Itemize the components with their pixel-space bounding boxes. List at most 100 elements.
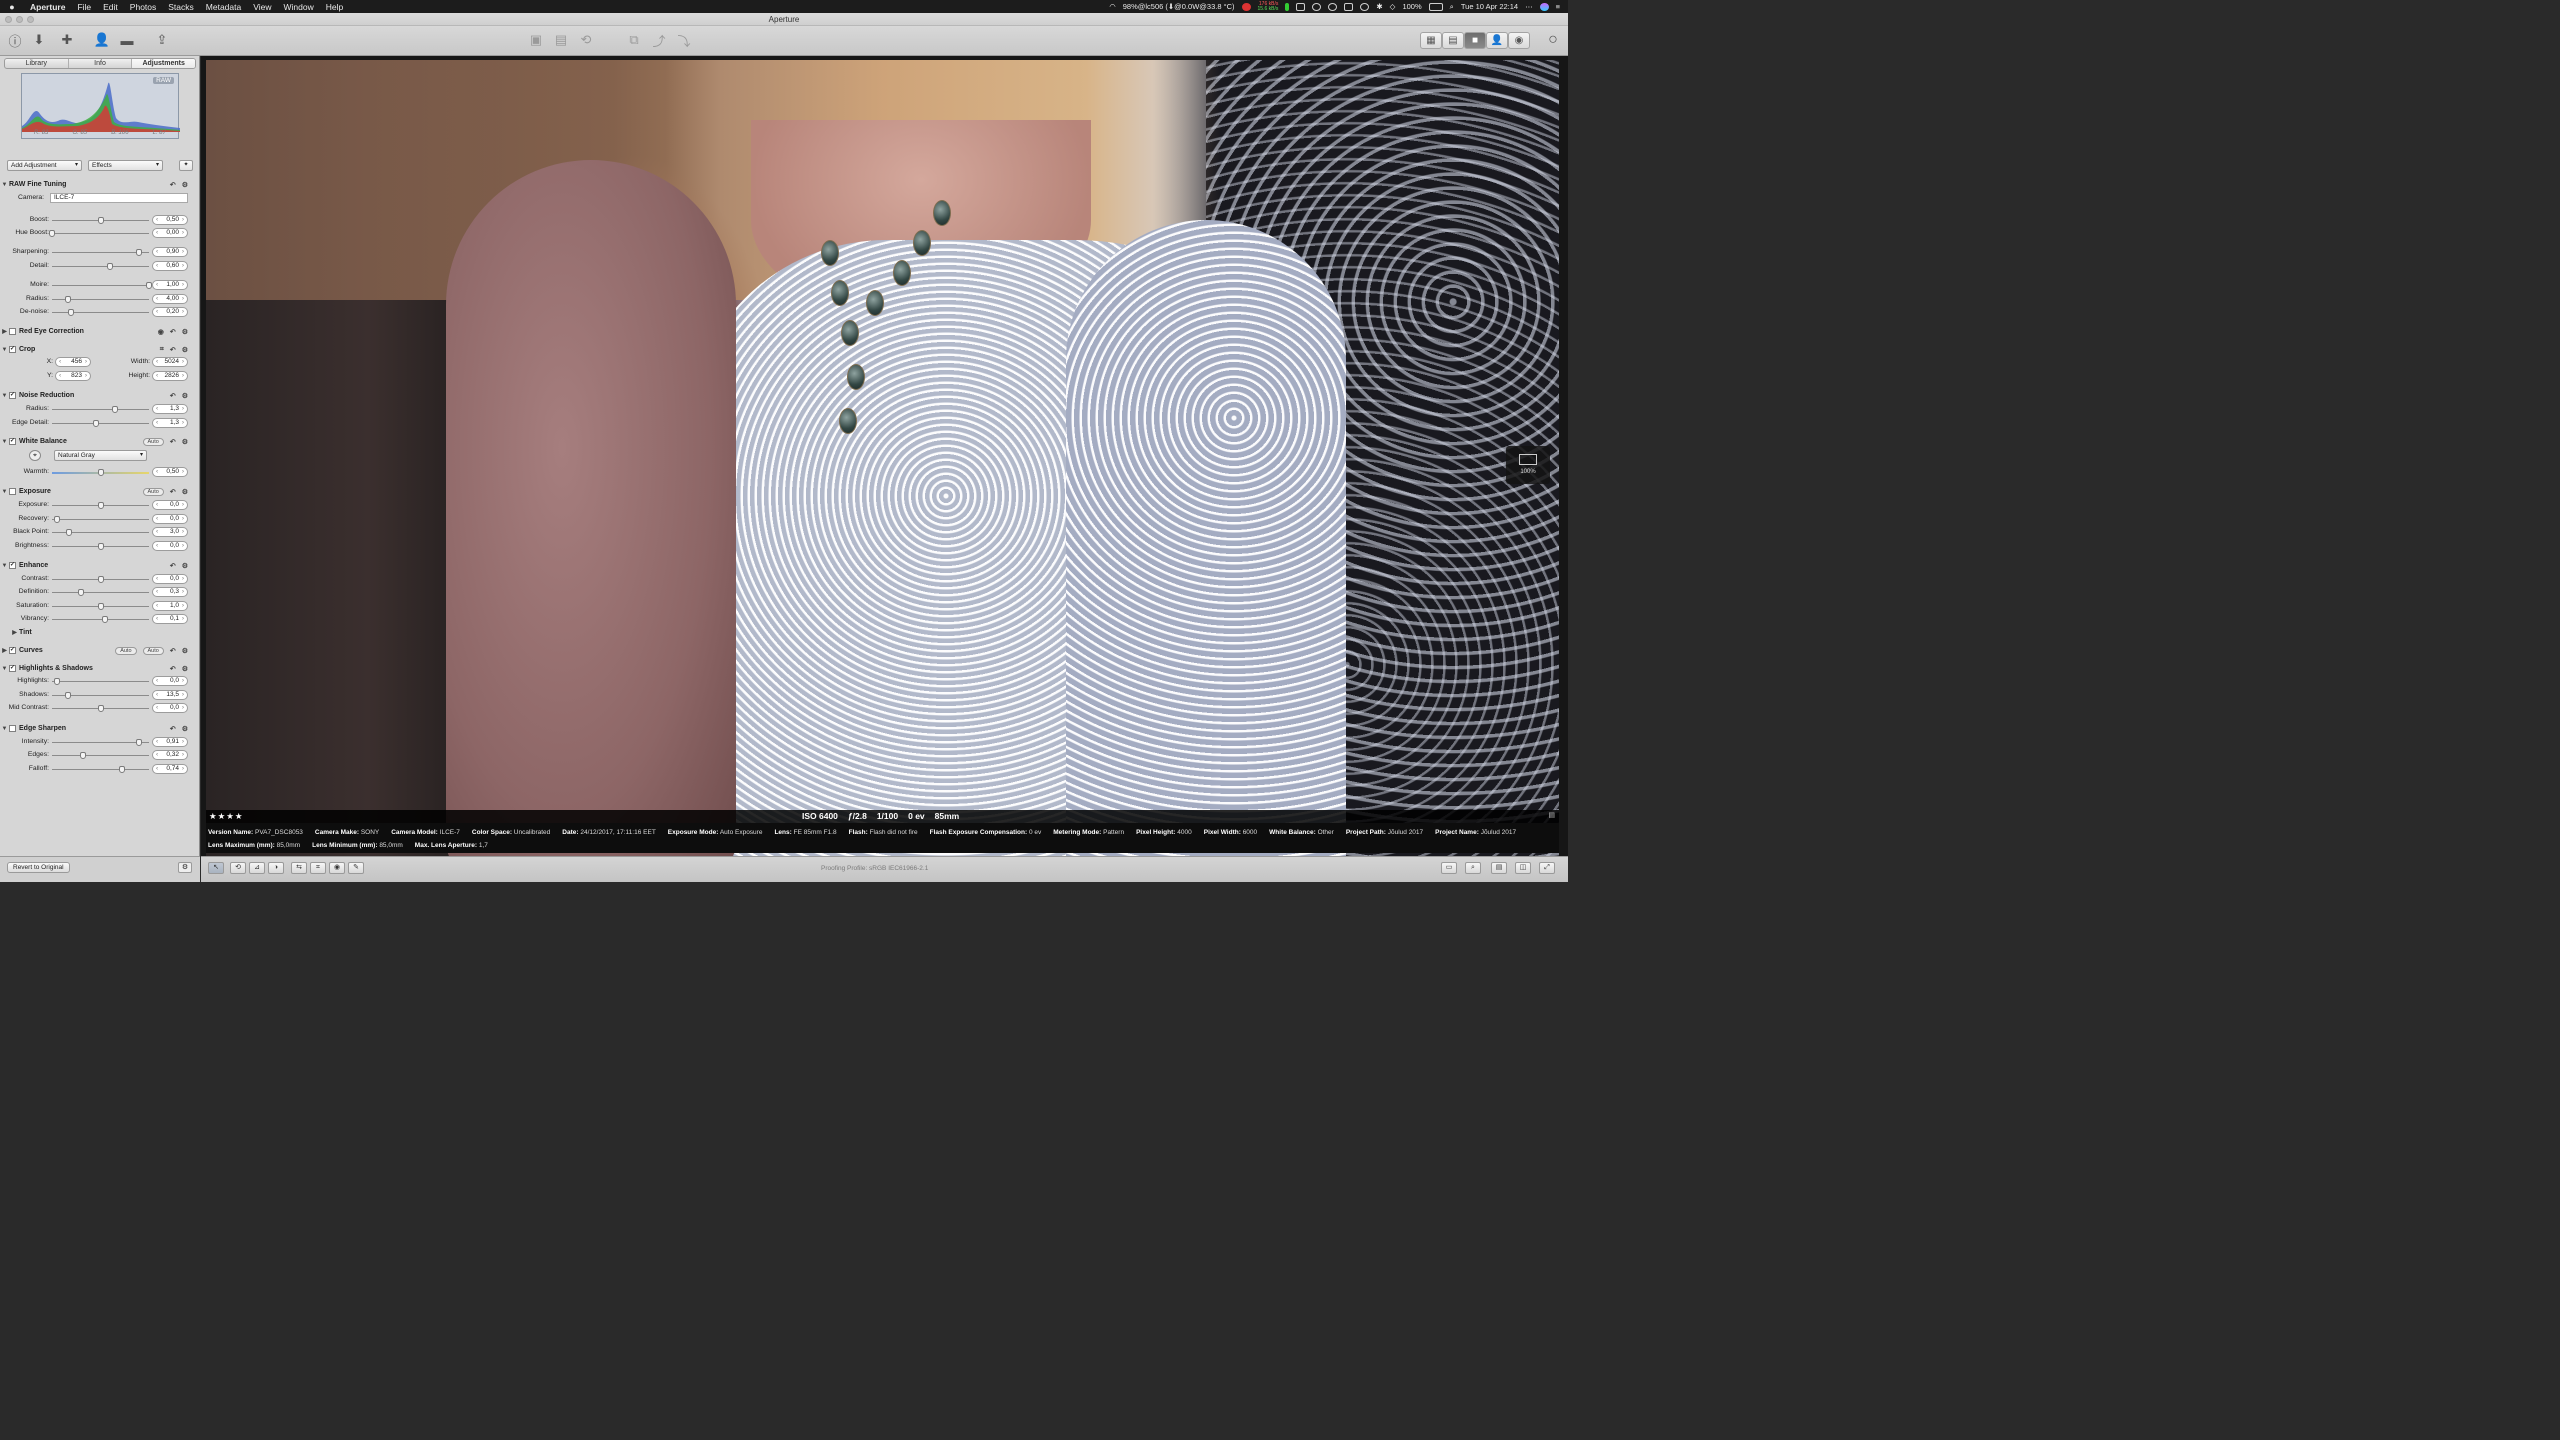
places-icon[interactable]: ▬ [117,30,137,50]
brick-header-curves[interactable]: ▶ ✓ Curves Auto Auto ↶ ⚙ [0,644,196,657]
slider-knob[interactable] [80,752,87,759]
slider-track[interactable] [52,742,149,743]
lift-tool-icon[interactable]: ◑ [268,862,284,874]
disclosure-triangle-icon[interactable]: ▶ [0,328,9,335]
select-tool-icon[interactable]: ↖ [208,862,224,874]
histogram[interactable]: RAW R: 83 G: 85 B: 106 L: 87 [21,73,180,139]
sync-icon[interactable] [1328,2,1338,11]
reset-icon[interactable]: ↶ [170,647,176,655]
cpu-status[interactable]: 98%@lc506 (⬇@0.0W@33.8 °C) [1123,2,1235,11]
eye-icon[interactable]: ◉ [158,328,164,336]
gear-icon[interactable]: ⚙ [178,862,192,873]
slider-track[interactable] [52,312,149,313]
clock[interactable]: Tue 10 Apr 22:14 [1461,2,1518,11]
tab-library[interactable]: Library [5,59,69,68]
slider-value-field[interactable]: 0,00 [152,228,188,238]
bluetooth-icon[interactable]: ✱ [1376,2,1382,11]
brick-gear-icon[interactable]: ⚙ [182,488,188,496]
battery-percent[interactable]: 100% [1402,2,1421,11]
vpn-icon[interactable] [1312,2,1322,11]
reset-icon[interactable]: ↶ [170,562,176,570]
notification-center-icon[interactable]: ⋯ [1525,2,1533,11]
slider-value-field[interactable]: 13,5 [152,690,188,700]
menu-edit[interactable]: Edit [97,2,124,12]
brick-gear-icon[interactable]: ⚙ [182,392,188,400]
reset-icon[interactable]: ↶ [170,665,176,673]
slider-track[interactable] [52,423,149,424]
disclosure-triangle-icon[interactable]: ▼ [0,439,9,445]
rotate-icon[interactable]: ⟲ [577,30,595,50]
add-adjustment-popup[interactable]: Add Adjustment [7,160,82,171]
display-icon[interactable] [1344,2,1354,11]
split-icon[interactable]: ▤ [1442,32,1464,49]
zoom-indicator[interactable]: 100% [1506,446,1550,484]
brick-header-noise-reduction[interactable]: ▼ ✓ Noise Reduction ↶ ⚙ [0,389,196,402]
reset-icon[interactable]: ↶ [170,181,176,189]
menu-photos[interactable]: Photos [124,2,162,12]
slider-track[interactable] [52,681,149,682]
brush-tool-icon[interactable]: ✎ [348,862,364,874]
slider-knob[interactable] [66,529,73,536]
info-icon[interactable]: ⓘ [6,30,24,50]
record-icon[interactable] [1241,2,1251,11]
effects-popup[interactable]: Effects [88,160,163,171]
places-view-icon[interactable]: ◉ [1508,32,1530,49]
disclosure-triangle-icon[interactable]: ▼ [0,393,9,399]
slider-knob[interactable] [78,589,85,596]
brick-enable-checkbox[interactable] [9,725,16,732]
menu-help[interactable]: Help [320,2,349,12]
slider-value-field[interactable]: 0,1 [152,614,188,624]
filmstrip-icon[interactable]: ▭ [1441,862,1457,874]
browser-icon[interactable]: ▦ [1420,32,1442,49]
siri-icon[interactable] [1539,2,1549,11]
slider-track[interactable] [52,285,149,286]
camera-field[interactable]: ILCE-7 [50,193,188,203]
disclosure-triangle-icon[interactable]: ▼ [0,347,9,353]
slider-knob[interactable] [53,516,60,523]
slider-value-field[interactable]: 0,32 [152,750,188,760]
menu-view[interactable]: View [247,2,277,12]
brick-header-white-balance[interactable]: ▼ ✓ White Balance Auto ↶ ⚙ [0,435,196,448]
battery-icon[interactable] [1428,2,1443,11]
slider-value-field[interactable]: 0,60 [152,261,188,271]
viewer-icon[interactable]: ■ [1464,32,1486,49]
tab-info[interactable]: Info [69,59,133,68]
brick-header-edge-sharpen[interactable]: ▼ Edge Sharpen ↶ ⚙ [0,722,196,735]
tint-disclosure[interactable]: ▶ Tint [10,626,206,639]
stack-icon[interactable]: ▣ [527,30,545,50]
reset-icon[interactable]: ↶ [170,346,176,354]
brick-header-crop[interactable]: ▼ ✓ Crop ⌗ ↶ ⚙ [0,343,196,356]
slider-knob[interactable] [97,502,104,509]
disclosure-triangle-icon[interactable]: ▼ [0,726,9,732]
slider-knob[interactable] [136,249,143,256]
wb-mode-popup[interactable]: Natural Gray [54,450,147,461]
slider-track[interactable] [52,755,149,756]
brick-enable-checkbox[interactable]: ✓ [9,346,16,353]
faces-icon[interactable]: 👤 [92,30,112,50]
fullscreen-icon[interactable]: ▤ [1548,811,1555,819]
swap-icon[interactable]: ⤵ [675,30,693,50]
slider-knob[interactable] [97,217,104,224]
disclosure-triangle-icon[interactable]: ▼ [0,489,9,495]
slider-value-field[interactable]: 1,3 [152,418,188,428]
photo[interactable] [206,60,1559,856]
brick-gear-icon[interactable]: ⚙ [182,725,188,733]
slider-value-field[interactable]: 0,0 [152,541,188,551]
slider-knob[interactable] [97,469,104,476]
auto-button[interactable]: Auto [115,646,137,655]
slider-value-field[interactable]: 1,00 [152,280,188,290]
zoom-window-icon[interactable] [27,16,34,23]
brick-gear-icon[interactable]: ⚙ [182,665,188,673]
spotlight-icon[interactable]: ⌕ [1450,2,1454,12]
image-viewer[interactable]: 100% ★★★★ ISO 6400 ƒ/2.8 1/100 0 ev 85mm… [201,56,1568,856]
slider-value-field[interactable]: 0,0 [152,514,188,524]
reset-icon[interactable]: ↶ [170,488,176,496]
slider-knob[interactable] [97,576,104,583]
brick-gear-icon[interactable]: ⚙ [182,647,188,655]
lift-icon[interactable]: ⧉ [625,30,643,50]
slider-value-field[interactable]: 0,0 [152,500,188,510]
brick-header-highlights-shadows[interactable]: ▼ ✓ Highlights & Shadows ↶ ⚙ [0,662,196,675]
disclosure-triangle-icon[interactable]: ▶ [10,629,19,636]
minimize-window-icon[interactable] [16,16,23,23]
brick-header-raw-fine-tuning[interactable]: ▼ RAW Fine Tuning ↶ ⚙ [0,178,196,191]
